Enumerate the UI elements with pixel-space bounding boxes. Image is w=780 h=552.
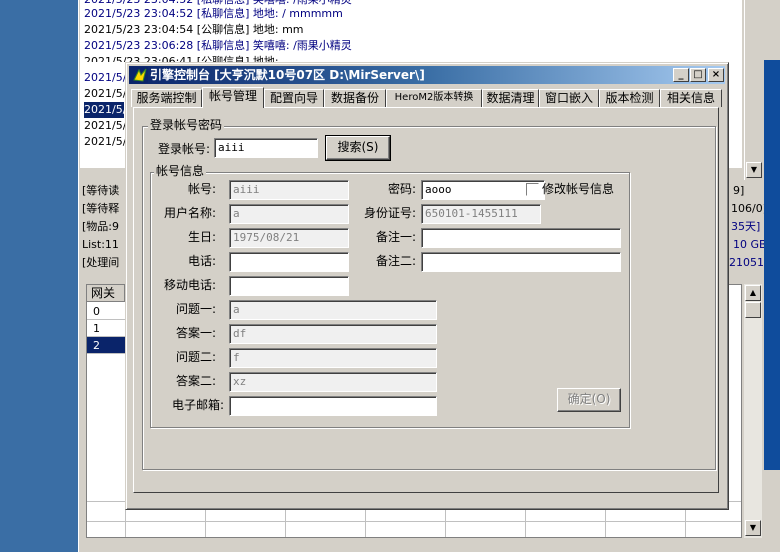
username-label: 用户名称:: [163, 206, 216, 220]
idcard-label: 身份证号:: [363, 206, 416, 220]
scroll-down-button[interactable]: ▼: [746, 162, 762, 178]
log-line: 2021/5/: [84, 71, 127, 84]
close-button[interactable]: ×: [708, 68, 724, 82]
phone-label: 电话:: [187, 254, 216, 268]
tab-account-management[interactable]: 帐号管理: [202, 87, 264, 108]
tab-data-cleanup[interactable]: 数据清理: [482, 89, 539, 107]
login-account-input[interactable]: aiii: [214, 138, 318, 158]
minimize-button[interactable]: _: [673, 68, 689, 82]
answer2-label: 答案二:: [175, 374, 216, 388]
log-line: 2021/5/: [84, 102, 124, 118]
email-input[interactable]: [229, 396, 437, 416]
account-label: 帐号:: [187, 182, 216, 196]
status-value: 9]: [733, 184, 745, 197]
account-info-legend: 帐号信息: [154, 164, 207, 178]
idcard-input[interactable]: 650101-1455111: [421, 204, 541, 224]
modify-account-label[interactable]: 修改帐号信息: [542, 180, 614, 198]
tab-window-embed[interactable]: 窗口嵌入: [539, 89, 599, 107]
tab-herom2-convert[interactable]: HeroM2版本转换: [386, 89, 482, 107]
status-text: [处理间: [82, 256, 120, 269]
title-bar[interactable]: 引擎控制台 [大亨沉默10号07区 D:\MirServer\] _ □ ×: [129, 66, 725, 84]
grid-row[interactable]: 0: [87, 303, 125, 320]
status-text: List:11: [82, 238, 119, 251]
username-input[interactable]: a: [229, 204, 349, 224]
mobile-label: 移动电话:: [163, 278, 216, 292]
birthday-label: 生日:: [187, 230, 216, 244]
modify-account-checkbox[interactable]: [526, 183, 539, 196]
app-icon: [132, 67, 148, 83]
grid-row[interactable]: 1: [87, 320, 125, 337]
status-value: 10 GB: [733, 238, 767, 251]
memo1-label: 备注一:: [375, 230, 416, 244]
question1-input[interactable]: a: [229, 300, 437, 320]
window-title: 引擎控制台 [大亨沉默10号07区 D:\MirServer\]: [150, 68, 425, 82]
engine-console-dialog: 引擎控制台 [大亨沉默10号07区 D:\MirServer\] _ □ × 服…: [125, 62, 729, 510]
tab-data-backup[interactable]: 数据备份: [324, 89, 386, 107]
log-line: 2021/5/23 23:04:52 [私聊信息] 地地: / mmmmm: [84, 7, 343, 20]
status-text: [物品:9: [82, 220, 119, 233]
email-label: 电子邮箱:: [171, 398, 224, 412]
tab-server-control[interactable]: 服务端控制: [131, 89, 202, 107]
birthday-input[interactable]: 1975/08/21: [229, 228, 349, 248]
mobile-input[interactable]: [229, 276, 349, 296]
scroll-down-button[interactable]: ▼: [745, 520, 761, 536]
maximize-button[interactable]: □: [690, 68, 706, 82]
scroll-thumb[interactable]: [745, 302, 761, 318]
memo2-input[interactable]: [421, 252, 621, 272]
question2-label: 问题二:: [175, 350, 216, 364]
grid-scrollbar[interactable]: ▲ ▼: [744, 284, 762, 538]
tab-version-check[interactable]: 版本检测: [599, 89, 660, 107]
log-line: 2021/5/23 23:06:41 [公聊信息] 地地: ...: [84, 55, 293, 62]
question1-label: 问题一:: [175, 302, 216, 316]
answer1-input[interactable]: df: [229, 324, 437, 344]
answer1-label: 答案一:: [175, 326, 216, 340]
log-line: 2021/5/: [84, 87, 127, 100]
grid-header-gateway[interactable]: 网关: [87, 285, 125, 302]
tab-config-wizard[interactable]: 配置向导: [264, 89, 324, 107]
grid-row[interactable]: 2: [87, 337, 125, 354]
memo1-input[interactable]: [421, 228, 621, 248]
account-input[interactable]: aiii: [229, 180, 349, 200]
scroll-up-button[interactable]: ▲: [745, 285, 761, 301]
tab-panel-account: 登录帐号密码 登录帐号: aiii 搜索(S) 帐号信息 帐号: aiii 密码…: [133, 107, 719, 493]
question2-input[interactable]: f: [229, 348, 437, 368]
status-text: [等待释: [82, 202, 120, 215]
answer2-input[interactable]: xz: [229, 372, 437, 392]
status-value: 35天]: [731, 220, 761, 233]
log-line: 2021/5/23 23:04:54 [公聊信息] 地地: mm: [84, 23, 304, 36]
log-line: 2021/5/23 23:06:28 [私聊信息] 笑嘻嘻: /雨果小精灵: [84, 39, 352, 52]
log-scrollbar[interactable]: ▼: [744, 0, 762, 180]
log-line: 2021/5/: [84, 135, 127, 148]
desktop-strip: [764, 60, 780, 470]
memo2-label: 备注二:: [375, 254, 416, 268]
password-label: 密码:: [387, 182, 416, 196]
confirm-button[interactable]: 确定(O): [557, 388, 621, 412]
login-group-legend: 登录帐号密码: [148, 118, 225, 132]
status-text: [等待读: [82, 184, 120, 197]
phone-input[interactable]: [229, 252, 349, 272]
tab-related-info[interactable]: 相关信息: [660, 89, 722, 107]
log-line: 2021/5/: [84, 119, 127, 132]
search-button[interactable]: 搜索(S): [325, 135, 391, 161]
login-account-label: 登录帐号:: [157, 142, 210, 156]
status-value: 106/0]: [731, 202, 767, 215]
